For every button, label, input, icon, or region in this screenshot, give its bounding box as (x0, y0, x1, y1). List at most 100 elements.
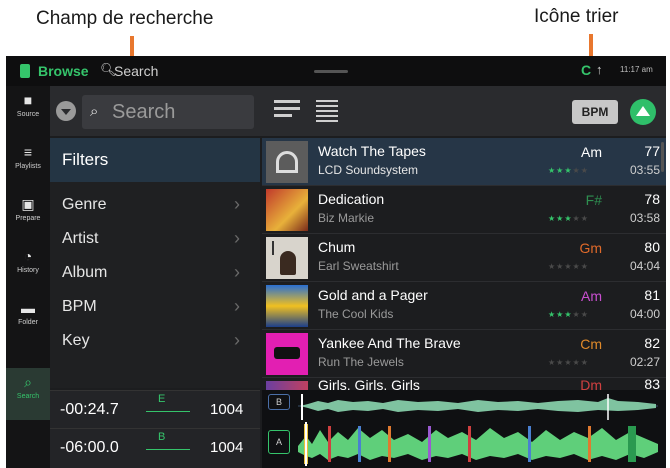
album-art (266, 189, 308, 231)
callout-search-field: Champ de recherche (36, 8, 214, 29)
scrollbar[interactable] (661, 142, 664, 172)
filter-item-bpm[interactable]: BPM › (50, 290, 260, 324)
filter-item-album[interactable]: Album › (50, 256, 260, 290)
rail-label: Source (16, 111, 40, 118)
rail-item-prepare[interactable]: ▣ Prepare (6, 190, 50, 242)
search-icon: ⌕ (90, 103, 99, 120)
track-row[interactable]: Gold and a Pager The Cool Kids ★★★★★ Am … (262, 282, 666, 330)
deck-bpm: 1004 (210, 401, 244, 418)
rail-label: Playlists (15, 163, 41, 170)
track-length: 04:00 (629, 307, 660, 321)
browse-tab[interactable]: Browse (38, 63, 89, 79)
playlists-icon: ≡ (23, 144, 33, 160)
search-tab[interactable]: Search (114, 63, 158, 79)
track-bpm: 82 (644, 335, 660, 351)
rail-label: History (17, 267, 39, 274)
track-title: Dedication (318, 191, 385, 207)
track-bpm: 81 (644, 287, 660, 303)
rating-stars: ★★★★★ (548, 310, 589, 319)
track-key: Cm (580, 336, 602, 352)
deck-b-waveform[interactable] (298, 392, 658, 422)
track-key: Gm (579, 240, 602, 256)
filter-item-key[interactable]: Key › (50, 324, 260, 358)
track-artist: The Cool Kids (318, 307, 394, 321)
track-bpm: 83 (644, 376, 660, 390)
track-row[interactable]: Girls, Girls, Girls Dm 83 (262, 376, 666, 390)
track-title: Gold and a Pager (318, 287, 428, 303)
track-bpm: 80 (644, 239, 660, 255)
track-row[interactable]: Yankee And The Brave Run The Jewels ★★★★… (262, 330, 666, 378)
pull-handle[interactable] (314, 70, 348, 73)
rating-stars: ★★★★★ (548, 214, 589, 223)
source-rail: ■ Source ≡ Playlists ▣ Prepare ◔ History… (6, 86, 50, 468)
compact-list-icon[interactable] (316, 100, 338, 122)
track-artist: Earl Sweatshirt (318, 259, 399, 273)
track-bpm: 78 (644, 191, 660, 207)
filters-header[interactable]: Filters (50, 138, 260, 182)
list-view-icon[interactable] (274, 100, 300, 122)
filter-label: Genre (62, 196, 107, 213)
filters-panel: Filters Genre › Artist › Album › BPM › Key › (50, 138, 260, 388)
rating-stars: ★★★★★ (548, 262, 589, 271)
filter-item-artist[interactable]: Artist › (50, 222, 260, 256)
collapse-button[interactable] (56, 101, 76, 121)
callout-sort-icon: Icône trier (534, 6, 619, 27)
album-art (266, 333, 308, 375)
status-indicator: C (581, 62, 592, 78)
browser-header: ⌕ BPM (50, 86, 666, 136)
track-artist: Biz Markie (318, 211, 375, 225)
wifi-icon: ↑ (596, 62, 603, 77)
track-title: Yankee And The Brave (318, 335, 461, 351)
rail-label: Folder (18, 319, 38, 326)
rating-stars: ★★★★★ (548, 166, 589, 175)
track-title: Chum (318, 239, 356, 255)
deck-key: B (158, 431, 166, 443)
rail-label: Prepare (15, 215, 41, 222)
folder-icon: ▬ (21, 300, 35, 316)
source-icon: ■ (23, 92, 33, 108)
rail-item-folder[interactable]: ▬ Folder (6, 294, 50, 346)
track-artist: LCD Soundsystem (318, 163, 419, 177)
album-art (266, 381, 308, 390)
track-artist: Run The Jewels (318, 355, 404, 369)
search-field[interactable]: ⌕ (82, 95, 254, 129)
sort-direction-button[interactable] (630, 99, 656, 125)
rail-item-history[interactable]: ◔ History (6, 242, 50, 294)
deck-info-a: -06:00.0 B 1004 (50, 428, 260, 468)
history-icon: ◔ (23, 248, 33, 264)
rating-stars: ★★★★★ (548, 358, 589, 367)
track-row[interactable]: Dedication Biz Markie ★★★★★ F# 78 03:58 (262, 186, 666, 234)
deck-a-waveform[interactable] (298, 422, 658, 466)
track-row[interactable]: Chum Earl Sweatshirt ★★★★★ Gm 80 04:04 (262, 234, 666, 282)
track-title: Girls, Girls, Girls (318, 377, 420, 390)
filters-title: Filters (62, 150, 109, 169)
album-art (266, 141, 308, 183)
search-icon: ⌕ (24, 374, 32, 390)
browse-icon (20, 64, 30, 78)
album-art (266, 285, 308, 327)
track-row[interactable]: Watch The Tapes LCD Soundsystem ★★★★★ Am… (262, 138, 666, 186)
rail-item-search[interactable]: ⌕ Search (6, 368, 50, 420)
track-key: Am (581, 144, 602, 160)
chevron-right-icon: › (234, 296, 240, 316)
deck-time: -06:00.0 (60, 439, 119, 456)
album-art (266, 237, 308, 279)
track-title: Watch The Tapes (318, 143, 426, 159)
track-length: 04:04 (629, 259, 660, 273)
filter-label: Album (62, 264, 108, 281)
deck-key-underline (146, 449, 190, 450)
sort-button[interactable]: BPM (572, 100, 618, 124)
deck-badge-a[interactable]: A (268, 430, 290, 454)
search-input[interactable] (112, 98, 248, 126)
track-key: Dm (580, 377, 602, 390)
chevron-right-icon: › (234, 262, 240, 282)
filter-label: BPM (62, 298, 97, 315)
chevron-right-icon: › (234, 330, 240, 350)
filter-item-genre[interactable]: Genre › (50, 188, 260, 222)
rail-item-playlists[interactable]: ≡ Playlists (6, 138, 50, 190)
deck-badge-b[interactable]: B (268, 394, 290, 410)
track-list: Watch The Tapes LCD Soundsystem ★★★★★ Am… (262, 138, 666, 390)
rail-item-source[interactable]: ■ Source (6, 86, 50, 138)
device-screen: Browse 🔍︎ Search C ↑ 11:17 am ■ Source ≡… (6, 56, 666, 468)
rail-label: Search (16, 393, 40, 400)
